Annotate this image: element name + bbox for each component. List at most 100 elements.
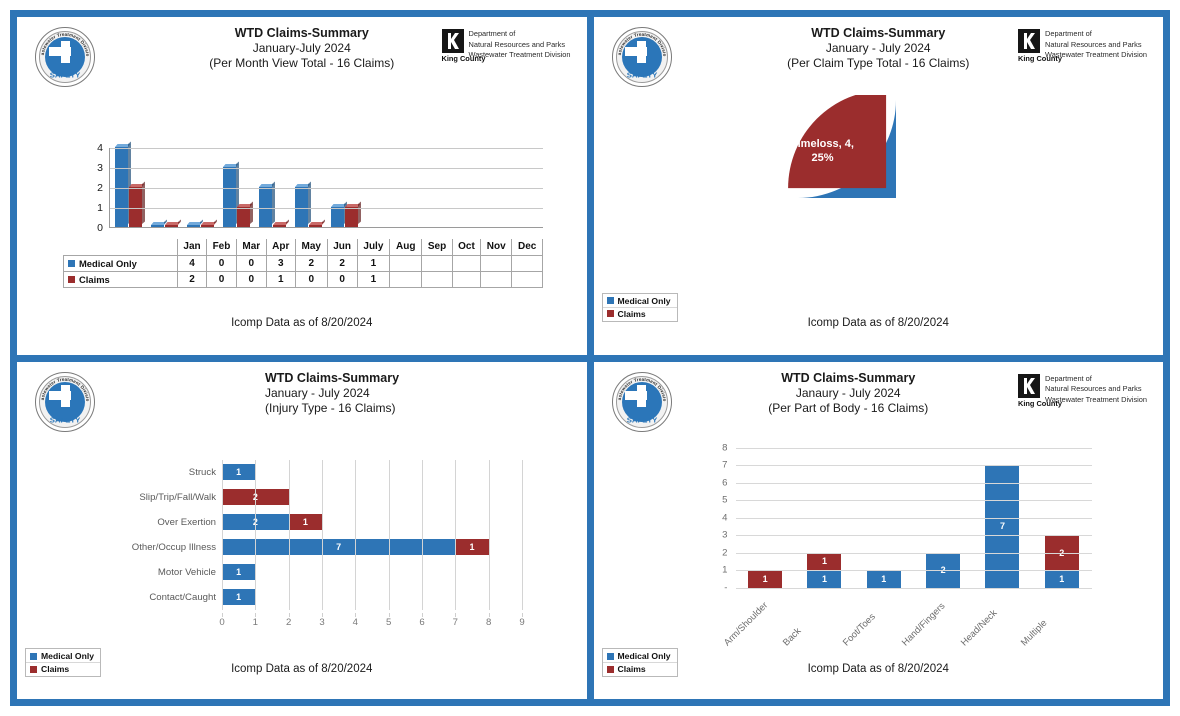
panel-header: Wastewater Treatment Division SAFETY WTD… [17, 17, 587, 95]
bar-stack: 1 [866, 570, 901, 588]
bar-claims [345, 201, 361, 227]
page-subtitle: January - July 2024 [265, 385, 370, 400]
gridline [735, 517, 1092, 519]
gridline [322, 459, 323, 610]
table-col-header: May [294, 239, 328, 256]
kc-dept-line-2: Natural Resources and Parks [468, 39, 566, 49]
table-col-header: Oct [451, 239, 482, 256]
table-cell: 1 [265, 270, 296, 288]
panel-footer: Icomp Data as of 8/20/2024 [231, 316, 373, 329]
y-tick-label: 6 [722, 477, 728, 488]
gridline [735, 587, 1092, 589]
per-month-data-table: Jan Feb Mar Apr May Jun July Aug Sep Oct Nov Dec Med… [63, 239, 543, 288]
gridline [110, 168, 543, 169]
bar-segment-medical-only: 1 [222, 589, 256, 605]
table-cell [451, 270, 482, 288]
bar-stack: 1 [748, 570, 783, 588]
y-tick-label: 8 [722, 442, 728, 453]
category-label: Motor Vehicle [157, 566, 216, 578]
king-county-logo: King County Department of Natural Resour… [1018, 373, 1147, 408]
plot-area: 11112721 [735, 447, 1092, 589]
gridline [735, 500, 1092, 501]
bar-row: Struck 1 [189, 464, 522, 480]
legend-item-medical: Medical Only [603, 650, 677, 662]
x-tick-label: 1 [252, 616, 258, 628]
panel-footer: Icomp Data as of 8/20/2024 [231, 663, 373, 675]
pie-label-medical: Medical only, 12, 75% [867, 206, 954, 233]
bar-stack: 21 [1044, 535, 1079, 588]
gridline [388, 459, 390, 610]
bar-segment-medical-only: 1 [222, 464, 256, 480]
panel-footer: Icomp Data as of 8/20/2024 [807, 316, 949, 329]
bar-claims [164, 219, 181, 227]
table-cell: 2 [176, 270, 208, 288]
bar-segment-medical-only: 1 [1044, 570, 1079, 588]
bar-row: Contact/Caught 1 [149, 589, 522, 605]
panel-header: Wastewater Treatment Division SAFETY WTD… [17, 362, 587, 440]
table-cell: 1 [356, 270, 391, 288]
category-label: Struck [188, 466, 216, 478]
table-cell [480, 270, 513, 288]
injury-type-bar-chart: Struck 1 Slip/Trip/Fall/Walk2 Over Exertion… [132, 459, 523, 610]
table-col-header: Jun [326, 239, 358, 256]
gridline [355, 459, 357, 610]
legend-label-medical: Medical Only [617, 295, 671, 306]
gridline [522, 459, 523, 610]
category-label: Slip/Trip/Fall/Walk [139, 491, 216, 503]
x-tick-label: 7 [452, 616, 458, 628]
table-cell [511, 270, 543, 288]
king-county-name: King County [441, 54, 486, 63]
per-month-column-chart: 0 1 2 3 4 [83, 141, 543, 243]
table-cell [480, 254, 513, 272]
table-cell [511, 254, 543, 272]
bar-segment-medical-only: 7 [222, 539, 456, 555]
table-cell: 0 [206, 254, 237, 272]
table-row: Medical Only 4 0 0 3 2 2 1 [63, 254, 543, 272]
table-col-header: July [356, 239, 391, 256]
x-tick-label: 4 [352, 616, 358, 628]
x-tick-label: 2 [285, 616, 292, 628]
table-cell: 2 [294, 254, 328, 272]
bar-column: 1 [854, 570, 913, 588]
kc-dept-line-2: Natural Resources and Parks [1045, 39, 1142, 49]
panel-part-of-body: Wastewater Treatment Division SAFETY WTD… [593, 361, 1163, 699]
kc-dept-line-2: Natural Resources and Parks [1045, 384, 1142, 394]
table-cell: 4 [176, 254, 208, 272]
claim-type-pie-chart: Timeloss, 4, 25% Medical only, 12, 75% [744, 90, 1044, 300]
king-county-mark-icon: King County [441, 29, 485, 63]
table-row-header: Claims [63, 270, 178, 288]
table-row: Claims 2 0 0 1 0 0 1 [63, 270, 543, 288]
gridline [735, 535, 1092, 536]
y-tick-label: - [724, 582, 728, 593]
y-tick-label: 1 [722, 564, 728, 576]
bar-row: Slip/Trip/Fall/Walk2 [139, 489, 522, 505]
table-col-header: Sep [421, 239, 453, 256]
x-axis-labels: Arm/Shoulder Back Foot/Toes Hand/Fingers Hea… [721, 594, 1092, 654]
kc-dept-line-1: Department of [468, 29, 516, 38]
table-col-header: Feb [206, 239, 237, 256]
table-cell: 2 [326, 254, 358, 272]
gridline [735, 570, 1092, 571]
x-tick-label: Arm/Shoulder [721, 598, 770, 648]
king-county-logo: King County Department of Natural Resour… [1018, 29, 1147, 63]
table-cell: 0 [294, 270, 328, 288]
table-col-header: Dec [511, 239, 543, 256]
bar-medical-only [258, 181, 275, 227]
bar-segment-medical-only: 1 [866, 570, 901, 588]
y-tick-label: 0 [97, 222, 103, 234]
bar-column: 1 [736, 570, 795, 588]
gridline [488, 459, 490, 610]
gridline [255, 459, 257, 610]
bar-segment-claims: 1 [807, 552, 842, 570]
claims-summary-dashboard: Wastewater Treatment Division SAFETY WTD… [10, 10, 1170, 706]
bar-medical-only [150, 219, 167, 227]
king-county-name: King County [1018, 54, 1062, 63]
bar-claims [128, 181, 145, 227]
y-tick-label: 4 [722, 512, 728, 523]
table-cell [389, 270, 423, 288]
bar-row: Motor Vehicle 1 [158, 564, 522, 580]
pie-label-timeloss: Timeloss, 4, 25% [791, 138, 854, 165]
legend-label-medical: Medical Only [617, 651, 671, 661]
seal-arc-text: Wastewater Treatment Division [36, 373, 90, 402]
table-col-header: Jan [176, 239, 208, 256]
